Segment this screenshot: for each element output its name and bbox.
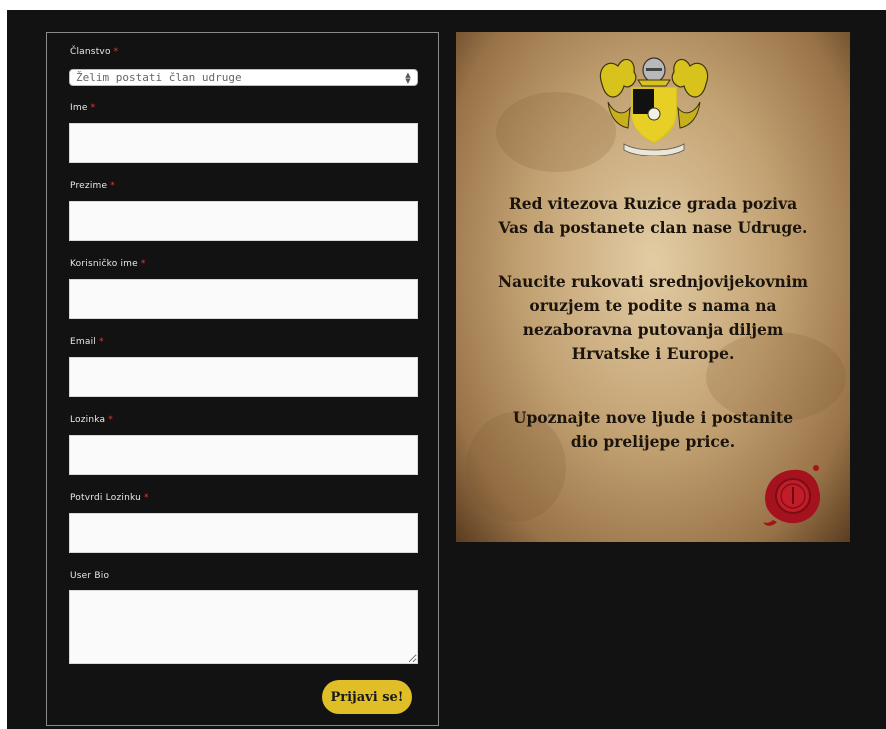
poster-paragraph-3: Upoznajte nove ljude i postanite dio pre… bbox=[512, 408, 794, 451]
invitation-poster: Red vitezova Ruzice grada poziva Vas da … bbox=[456, 32, 850, 542]
register-button[interactable]: Prijavi se! bbox=[322, 680, 412, 714]
top-strip bbox=[0, 0, 886, 10]
password-input[interactable] bbox=[69, 435, 418, 475]
user-bio-label: User Bio bbox=[70, 571, 109, 581]
first-name-label-text: Ime bbox=[70, 103, 88, 113]
confirm-password-input[interactable] bbox=[69, 513, 418, 553]
registration-form: Članstvo * Želim postati član udruge ▲ ▼ I… bbox=[46, 32, 439, 726]
select-arrows-icon: ▲ ▼ bbox=[405, 70, 411, 85]
first-name-label: Ime * bbox=[70, 103, 95, 113]
membership-label: Članstvo * bbox=[70, 47, 118, 57]
confirm-password-label-text: Potvrdi Lozinku bbox=[70, 493, 142, 503]
membership-select[interactable]: Želim postati član udruge ▲ ▼ bbox=[69, 69, 418, 86]
email-label: Email * bbox=[70, 337, 104, 347]
required-mark: * bbox=[113, 47, 119, 57]
required-mark: * bbox=[140, 259, 146, 269]
user-bio-textarea[interactable] bbox=[69, 590, 418, 664]
last-name-label: Prezime * bbox=[70, 181, 115, 191]
user-bio-label-text: User Bio bbox=[70, 571, 110, 581]
password-label: Lozinka * bbox=[70, 415, 113, 425]
membership-label-text: Članstvo bbox=[70, 47, 111, 57]
email-input[interactable] bbox=[69, 357, 418, 397]
last-name-input[interactable] bbox=[69, 201, 418, 241]
membership-select-value: Želim postati član udruge bbox=[76, 71, 242, 84]
coat-of-arms-icon bbox=[599, 57, 709, 156]
poster-paragraph-1: Red vitezova Ruzice grada poziva Vas da … bbox=[498, 194, 808, 237]
confirm-password-label: Potvrdi Lozinku * bbox=[70, 493, 149, 503]
required-mark: * bbox=[144, 493, 149, 503]
username-label-text: Korisničko ime bbox=[70, 259, 138, 269]
required-mark: * bbox=[98, 337, 104, 347]
first-name-input[interactable] bbox=[69, 123, 418, 163]
required-mark: * bbox=[108, 415, 113, 425]
password-label-text: Lozinka bbox=[70, 415, 106, 425]
left-edge bbox=[0, 10, 7, 729]
required-mark: * bbox=[110, 181, 115, 191]
poster-paragraph-2: Naucite rukovati srednjovijekovnim oruzj… bbox=[497, 272, 809, 363]
email-label-text: Email bbox=[70, 337, 96, 347]
username-input[interactable] bbox=[69, 279, 418, 319]
username-label: Korisničko ime * bbox=[70, 259, 146, 269]
required-mark: * bbox=[90, 103, 96, 113]
wax-seal-icon bbox=[763, 465, 821, 526]
last-name-label-text: Prezime bbox=[70, 181, 108, 191]
